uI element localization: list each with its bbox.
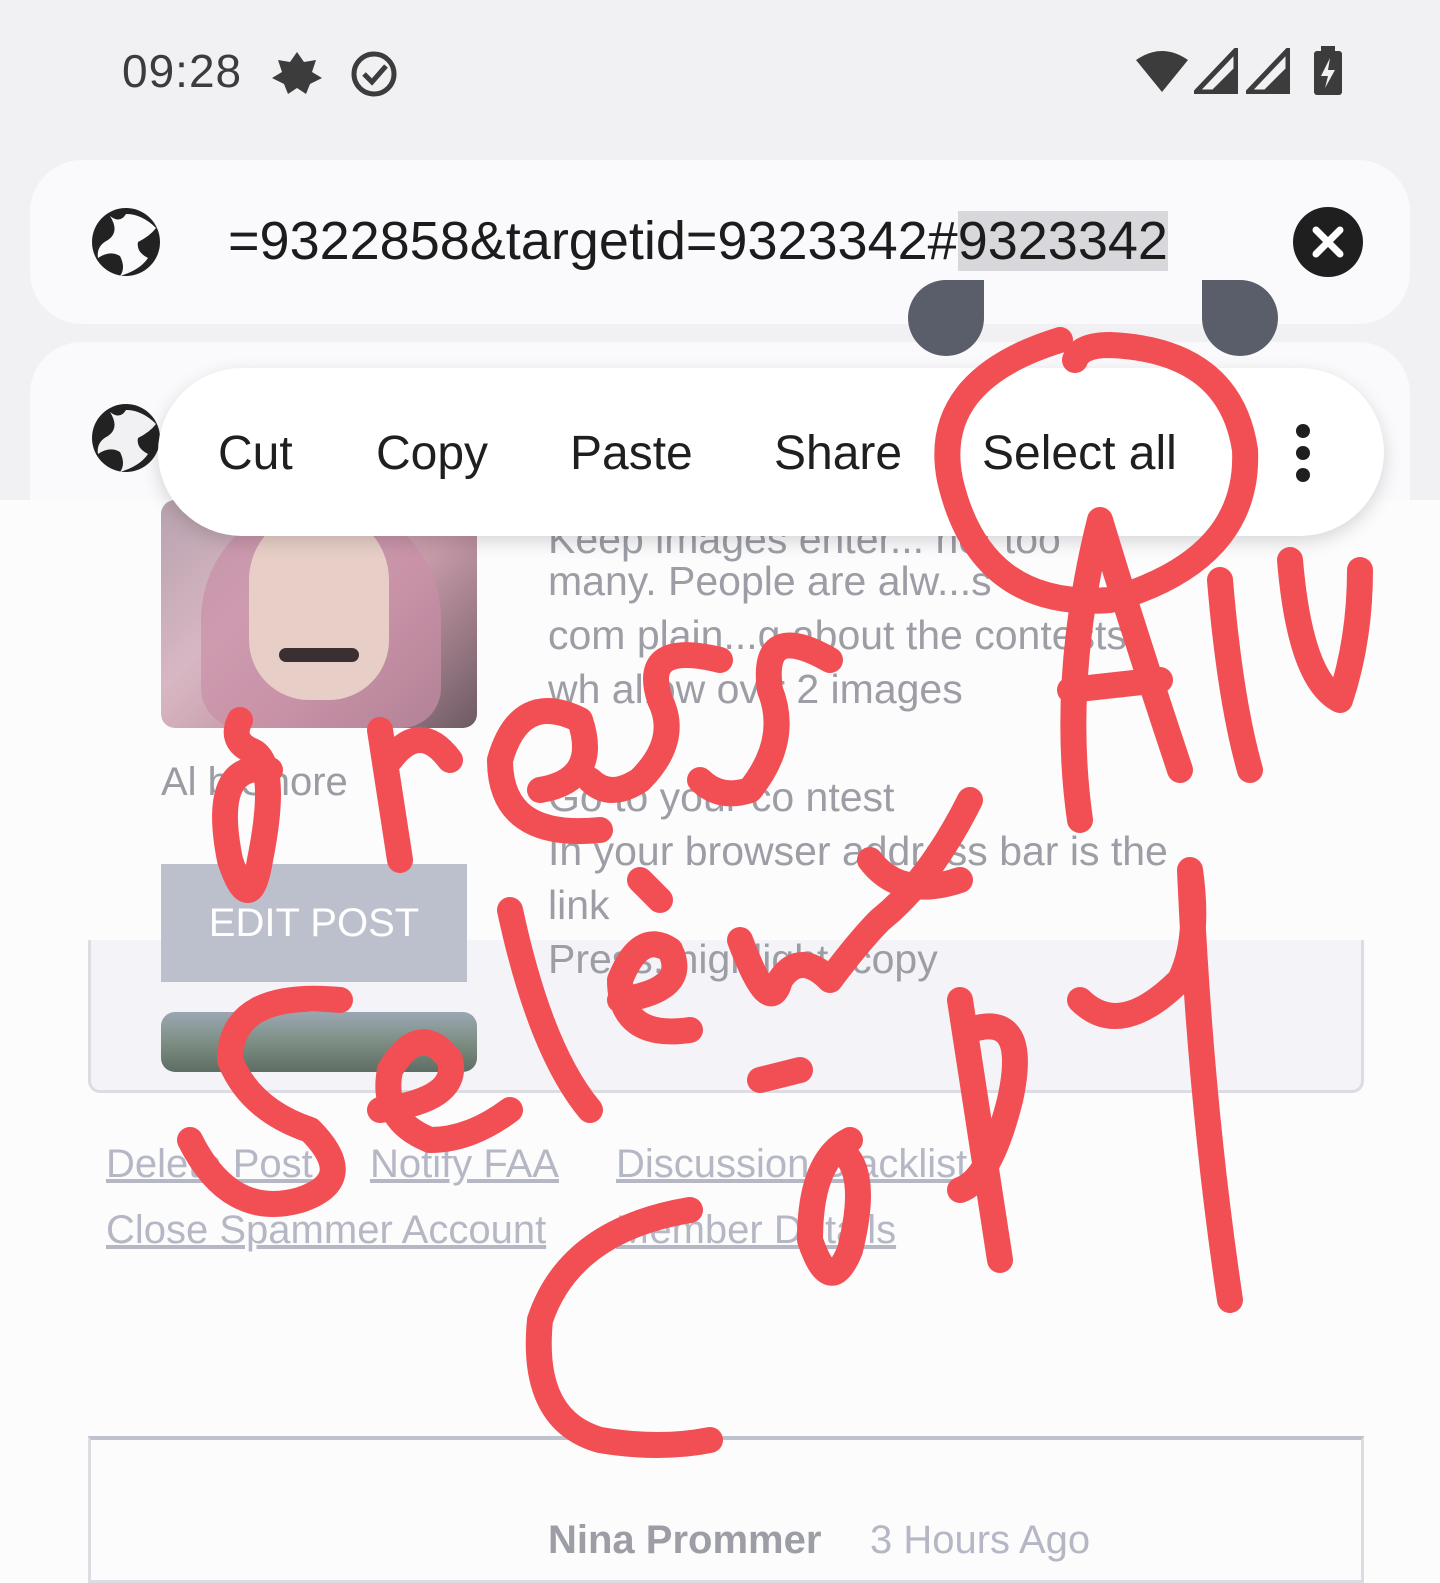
globe-icon xyxy=(92,208,160,276)
post-text-line: link xyxy=(548,882,610,928)
url-text[interactable]: =9322858&targetid=9323342#9323342 xyxy=(228,210,1168,272)
post-text-line: many. People are alw...s xyxy=(548,558,992,604)
post-text-line: Press, highlight, copy xyxy=(548,936,938,982)
menu-item-paste[interactable]: Paste xyxy=(570,426,693,481)
discussion-blacklist-link[interactable]: Discussion Blacklist xyxy=(616,1142,967,1187)
wifi-icon xyxy=(1136,51,1188,92)
close-icon[interactable] xyxy=(1292,206,1364,278)
post-time: 3 Hours Ago xyxy=(870,1518,1091,1562)
url-selected-text: 9323342 xyxy=(957,211,1168,271)
selection-handle-end[interactable] xyxy=(1202,280,1278,356)
cell-signal-icon xyxy=(1194,48,1238,94)
battery-charging-icon xyxy=(1314,46,1342,95)
delete-post-link[interactable]: Delete Post xyxy=(106,1142,313,1187)
post-author[interactable]: Nina Prommer xyxy=(548,1518,821,1563)
menu-item-share[interactable]: Share xyxy=(774,426,902,481)
status-time: 09:28 xyxy=(122,45,243,97)
menu-item-copy[interactable]: Copy xyxy=(376,426,488,481)
post-image[interactable] xyxy=(161,1012,477,1072)
post-text-line: Go to your co ntest xyxy=(548,774,895,820)
post-text-line: In your browser address bar is the xyxy=(548,828,1168,874)
post-text-line: wh allow ov r 2 images xyxy=(548,666,963,712)
close-spammer-account-link[interactable]: Close Spammer Account xyxy=(106,1208,546,1253)
menu-item-cut[interactable]: Cut xyxy=(218,426,293,481)
selection-handle-start[interactable] xyxy=(908,280,984,356)
text-selection-menu: Cut Copy Paste Share Select all xyxy=(158,368,1384,536)
edit-post-button[interactable]: EDIT POST xyxy=(161,864,467,982)
notify-faa-link[interactable]: Notify FAA xyxy=(370,1142,559,1187)
post-author[interactable]: Al b Shore xyxy=(161,760,348,805)
cell-signal-icon xyxy=(1246,48,1290,94)
post-text-line: com plain...g about the contests xyxy=(548,612,1127,658)
globe-icon xyxy=(92,404,160,472)
menu-item-select-all[interactable]: Select all xyxy=(982,426,1177,481)
check-circle-icon xyxy=(351,51,397,97)
more-vertical-icon[interactable] xyxy=(1288,422,1318,482)
leaf-notification-icon xyxy=(272,52,322,94)
url-unselected-text: =9322858&targetid=9323342# xyxy=(228,211,958,271)
member-details-link[interactable]: Member Details xyxy=(616,1208,896,1253)
